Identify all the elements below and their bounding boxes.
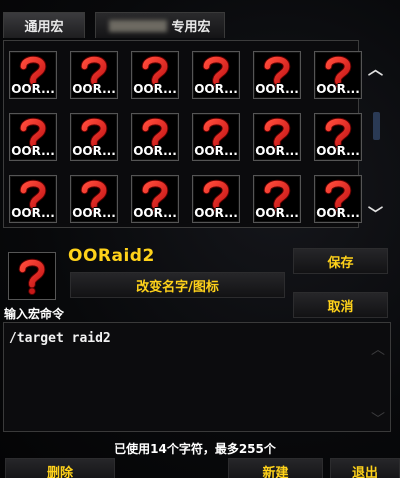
macro-slot-label: OOR... bbox=[255, 82, 299, 96]
save-button[interactable]: 保存 bbox=[293, 248, 388, 274]
macro-slot[interactable]: OOR... bbox=[131, 113, 179, 161]
macro-grid: OOR... OOR... OOR... OOR... OOR... OOR... OOR.… bbox=[9, 51, 362, 229]
macro-slot-label: OOR... bbox=[72, 82, 116, 96]
macro-slot-label: OOR... bbox=[316, 82, 360, 96]
editor-scroll-up-icon[interactable]: ︿ bbox=[371, 339, 385, 359]
grid-scrollbar-thumb[interactable] bbox=[373, 112, 380, 140]
macro-slot-label: OOR... bbox=[11, 82, 55, 96]
tab-general-label: 通用宏 bbox=[24, 20, 64, 35]
selected-macro-name: OORaid2 bbox=[68, 246, 155, 266]
macro-slot[interactable]: OOR... bbox=[9, 113, 57, 161]
macro-slot[interactable]: OOR... bbox=[253, 51, 301, 99]
tab-character-label: 专用宏 bbox=[171, 20, 211, 35]
macro-slot-label: OOR... bbox=[194, 206, 238, 220]
macro-slot-label: OOR... bbox=[133, 82, 177, 96]
change-name-icon-button[interactable]: 改变名字/图标 bbox=[70, 272, 285, 298]
macro-slot-label: OOR... bbox=[194, 82, 238, 96]
macro-slot-label: OOR... bbox=[72, 206, 116, 220]
macro-slot-label: OOR... bbox=[133, 144, 177, 158]
macro-slot-label: OOR... bbox=[133, 206, 177, 220]
macro-slot[interactable]: OOR... bbox=[253, 113, 301, 161]
macro-slot-label: OOR... bbox=[316, 144, 360, 158]
macro-slot[interactable]: OOR... bbox=[253, 175, 301, 223]
macro-slot[interactable]: OOR... bbox=[131, 51, 179, 99]
macro-slot-label: OOR... bbox=[11, 144, 55, 158]
macro-window: 通用宏 专用宏 OOR... OOR... OOR... OOR... OOR... OO… bbox=[0, 0, 400, 478]
macro-command-text[interactable]: /target raid2 bbox=[9, 331, 111, 346]
grid-scroll-down-icon[interactable]: ﹀ bbox=[368, 203, 383, 224]
tab-general-macros[interactable]: 通用宏 bbox=[3, 12, 85, 38]
macro-slot[interactable]: OOR... bbox=[192, 175, 240, 223]
enter-macro-label: 输入宏命令 bbox=[4, 307, 65, 321]
macro-slot[interactable]: OOR... bbox=[70, 175, 118, 223]
macro-slot[interactable]: OOR... bbox=[192, 113, 240, 161]
new-button[interactable]: 新建 bbox=[228, 458, 323, 478]
macro-slot-label: OOR... bbox=[72, 144, 116, 158]
macro-slot-label: OOR... bbox=[316, 206, 360, 220]
tab-character-macros[interactable]: 专用宏 bbox=[95, 12, 225, 38]
macro-slot[interactable]: OOR... bbox=[70, 113, 118, 161]
selected-macro-icon[interactable] bbox=[8, 252, 56, 300]
macro-slot-label: OOR... bbox=[11, 206, 55, 220]
macro-slot[interactable]: OOR... bbox=[9, 51, 57, 99]
cancel-button[interactable]: 取消 bbox=[293, 292, 388, 318]
character-count: 已使用14个字符，最多255个 bbox=[114, 442, 276, 456]
macro-slot[interactable]: OOR... bbox=[9, 175, 57, 223]
macro-text-editor[interactable]: /target raid2 ︿ ﹀ bbox=[3, 322, 391, 432]
macro-slot[interactable]: OOR... bbox=[314, 51, 362, 99]
delete-button[interactable]: 删除 bbox=[5, 458, 115, 478]
macro-slot[interactable]: OOR... bbox=[131, 175, 179, 223]
macro-slot[interactable]: OOR... bbox=[192, 51, 240, 99]
grid-scroll-up-icon[interactable]: ︿ bbox=[368, 58, 383, 79]
macro-slot[interactable]: OOR... bbox=[314, 175, 362, 223]
macro-slot-label: OOR... bbox=[255, 206, 299, 220]
macro-slot[interactable]: OOR... bbox=[70, 51, 118, 99]
editor-scroll-down-icon[interactable]: ﹀ bbox=[371, 409, 385, 429]
macro-slot-label: OOR... bbox=[255, 144, 299, 158]
macro-slot-label: OOR... bbox=[194, 144, 238, 158]
macro-slot[interactable]: OOR... bbox=[314, 113, 362, 161]
redacted-character-name bbox=[109, 19, 168, 32]
exit-button[interactable]: 退出 bbox=[330, 458, 400, 478]
macro-icon-grid-panel: OOR... OOR... OOR... OOR... OOR... OOR... OOR.… bbox=[3, 40, 362, 229]
